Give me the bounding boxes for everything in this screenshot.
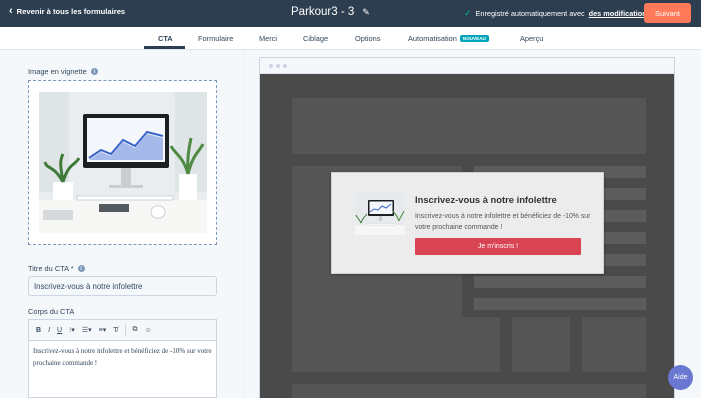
desk-photo bbox=[39, 92, 207, 233]
placeholder-block bbox=[292, 98, 646, 154]
clear-format-icon[interactable]: T̸ bbox=[113, 327, 117, 334]
underline-button[interactable]: U bbox=[57, 327, 62, 334]
tab-cta[interactable]: CTA bbox=[158, 34, 173, 43]
browser-dot-icon bbox=[283, 64, 287, 68]
placeholder-block bbox=[474, 276, 646, 288]
cta-body-label-row: Corps du CTA bbox=[28, 307, 74, 316]
tab-preview[interactable]: Aperçu bbox=[520, 34, 543, 43]
tab-targeting[interactable]: Ciblage bbox=[303, 34, 328, 43]
cta-title-label: Titre du CTA * bbox=[28, 264, 74, 273]
italic-button[interactable]: I bbox=[48, 327, 50, 334]
form-title: Parkour3 - 3 ✎ bbox=[291, 6, 370, 18]
chevron-left-icon: ‹ bbox=[9, 5, 13, 17]
cta-title-label-row: Titre du CTA * i bbox=[28, 264, 85, 273]
check-icon: ✓ bbox=[464, 8, 472, 18]
subscribe-button[interactable]: Je m'inscris ! bbox=[415, 238, 581, 255]
text-style-dropdown-icon[interactable]: ⁝▾ bbox=[69, 326, 75, 334]
tab-thanks[interactable]: Merci bbox=[259, 34, 277, 43]
tab-bar: CTA Formulaire Merci Ciblage Options Aut… bbox=[0, 27, 701, 50]
active-tab-indicator bbox=[144, 46, 185, 49]
cta-body-label: Corps du CTA bbox=[28, 307, 75, 316]
autosave-status: ✓ Enregistré automatiquement avec des mo… bbox=[464, 8, 657, 19]
placeholder-block bbox=[292, 317, 500, 372]
cta-title-input[interactable]: Inscrivez-vous à notre infolettre bbox=[28, 276, 217, 296]
autosave-text: Enregistré automatiquement avec bbox=[475, 9, 585, 18]
new-badge: NOUVEAU bbox=[459, 35, 489, 42]
cta-popup-preview: Inscrivez-vous à notre infolettre Inscri… bbox=[331, 172, 604, 274]
thumbnail-label: Image en vignette bbox=[28, 67, 87, 76]
help-button[interactable]: Aide bbox=[668, 365, 693, 390]
bold-button[interactable]: B bbox=[36, 327, 41, 334]
tab-form[interactable]: Formulaire bbox=[198, 34, 233, 43]
browser-dot-icon bbox=[276, 64, 280, 68]
browser-dot-icon bbox=[269, 64, 273, 68]
form-title-text[interactable]: Parkour3 - 3 bbox=[291, 6, 354, 18]
back-to-forms-link[interactable]: ‹ Revenir à tous les formulaires bbox=[9, 5, 126, 17]
bulleted-list-icon[interactable]: ☰▾ bbox=[82, 326, 92, 334]
alignment-icon[interactable]: ≡▾ bbox=[99, 326, 107, 334]
cta-body-editor[interactable]: Inscrivez-vous à notre infolettre et bén… bbox=[28, 341, 217, 398]
info-icon[interactable]: i bbox=[90, 68, 98, 75]
info-icon[interactable]: i bbox=[77, 265, 85, 272]
popup-body: Inscrivez-vous à notre infolettre et bén… bbox=[415, 213, 591, 231]
placeholder-block bbox=[512, 317, 570, 372]
browser-bar bbox=[260, 58, 674, 74]
back-label: Revenir à tous les formulaires bbox=[16, 7, 126, 16]
next-button[interactable]: Suivant bbox=[644, 3, 691, 23]
toolbar-divider bbox=[124, 324, 126, 336]
thumbnail-dropzone[interactable] bbox=[28, 80, 217, 245]
tab-automation-label: Automatisation bbox=[408, 34, 457, 43]
link-icon[interactable]: ⧉ bbox=[133, 326, 138, 334]
panel-divider bbox=[244, 50, 245, 398]
tab-automation[interactable]: Automatisation NOUVEAU bbox=[408, 34, 489, 43]
placeholder-block bbox=[582, 317, 646, 372]
popup-title: Inscrivez-vous à notre infolettre bbox=[415, 194, 557, 205]
emoji-icon[interactable]: ☺ bbox=[145, 327, 152, 334]
popup-thumbnail bbox=[355, 193, 405, 235]
top-header: ‹ Revenir à tous les formulaires Parkour… bbox=[0, 0, 701, 27]
rich-text-toolbar: B I U ⁝▾ ☰▾ ≡▾ T̸ ⧉ ☺ bbox=[28, 319, 217, 341]
thumbnail-label-row: Image en vignette i bbox=[28, 67, 98, 76]
thumbnail-image bbox=[39, 92, 207, 233]
popup-desk-photo bbox=[355, 193, 405, 235]
tab-options[interactable]: Options bbox=[355, 34, 380, 43]
pencil-icon[interactable]: ✎ bbox=[362, 7, 370, 18]
placeholder-block bbox=[292, 384, 646, 398]
placeholder-block bbox=[474, 298, 646, 310]
